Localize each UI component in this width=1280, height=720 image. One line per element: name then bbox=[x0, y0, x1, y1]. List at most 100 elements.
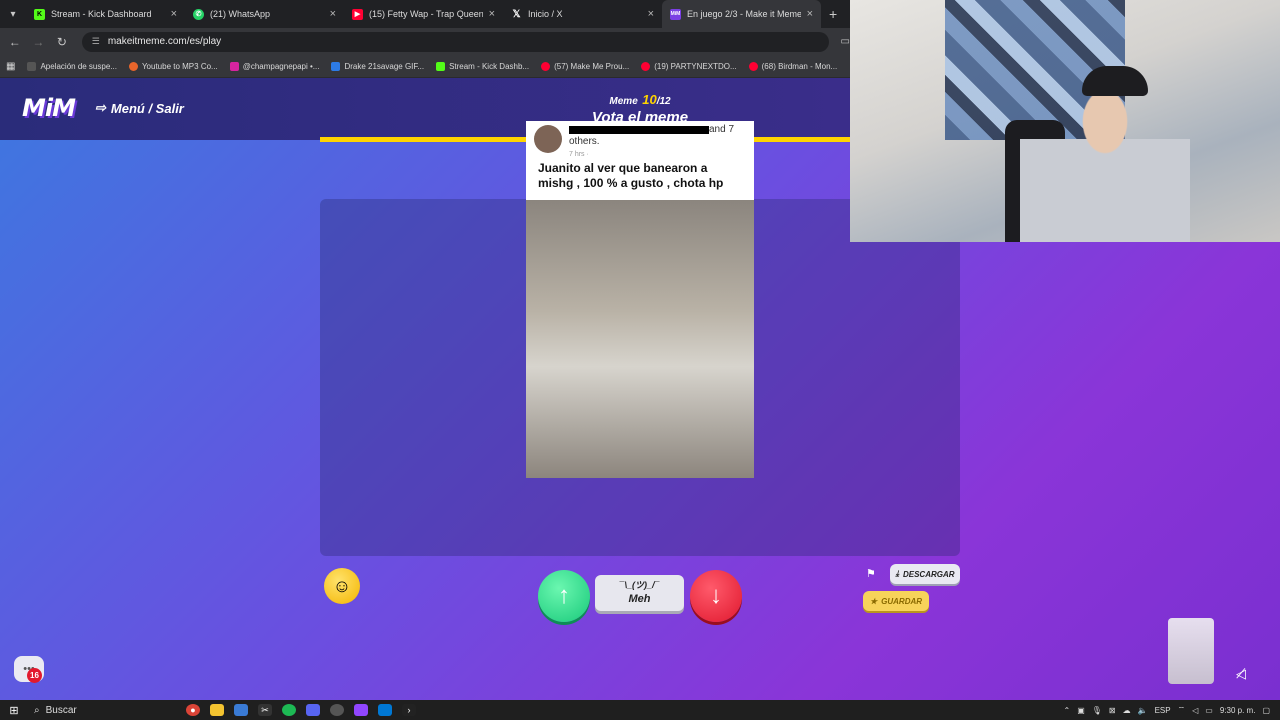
close-tab-icon[interactable]: × bbox=[330, 8, 336, 20]
back-icon[interactable]: ← bbox=[3, 35, 27, 49]
post-and-text: and 7 bbox=[709, 124, 735, 135]
forward-icon[interactable]: → bbox=[27, 35, 51, 49]
arrow-down-icon: ↓ bbox=[710, 582, 722, 609]
menu-exit-label: Menú / Salir bbox=[110, 100, 184, 116]
tab-kick-dashboard[interactable]: K Stream - Kick Dashboard × bbox=[26, 0, 185, 28]
bookmark-item[interactable]: (57) Make Me Prou... bbox=[541, 61, 629, 71]
close-tab-icon[interactable]: × bbox=[489, 8, 495, 20]
tab-x[interactable]: 𝕏 Inicio / X × bbox=[503, 0, 662, 28]
security-icon[interactable]: ▣ bbox=[1077, 706, 1085, 715]
bookmark-item[interactable]: Stream - Kick Dashb... bbox=[436, 61, 529, 71]
search-placeholder: Buscar bbox=[45, 704, 77, 716]
download-icon: ⤓ bbox=[895, 569, 899, 578]
mic-icon[interactable]: 🎙 bbox=[1092, 706, 1102, 715]
obs-icon[interactable] bbox=[330, 704, 344, 716]
terminal-icon[interactable]: › bbox=[402, 704, 416, 716]
redacted-name bbox=[569, 126, 709, 134]
star-icon: ★ bbox=[869, 596, 878, 606]
download-label: DESCARGAR bbox=[902, 569, 955, 579]
bookmark-item[interactable]: Apelación de suspe... bbox=[27, 61, 117, 71]
post-others-text: others. bbox=[569, 136, 600, 147]
tab-whatsapp[interactable]: ✆ (21) WhatsApp × bbox=[185, 0, 344, 28]
language-indicator[interactable]: ESP bbox=[1155, 706, 1171, 715]
tab-title: (15) Fetty Wap - Trap Queen (O bbox=[369, 9, 483, 19]
post-time: 7 hrs · bbox=[569, 151, 589, 158]
menu-exit-button[interactable]: ⇨ Menú / Salir bbox=[95, 100, 184, 116]
discord-icon[interactable] bbox=[306, 704, 320, 716]
bookmark-label: Drake 21savage GIF... bbox=[344, 61, 425, 71]
cloud-icon[interactable]: ☁ bbox=[1123, 706, 1131, 715]
bookmark-item[interactable]: (68) Birdman - Mon... bbox=[748, 61, 837, 71]
twitch-icon[interactable] bbox=[354, 704, 368, 716]
tab-make-it-meme[interactable]: MiM En juego 2/3 - Make it Meme × bbox=[662, 0, 821, 28]
youtube-icon bbox=[541, 61, 551, 71]
mim-icon: MiM bbox=[670, 8, 681, 20]
bookmark-label: @champagnepapi •... bbox=[242, 61, 320, 71]
chevron-up-icon[interactable]: ⌃ bbox=[1064, 706, 1071, 715]
meh-button[interactable]: ¯\_(ツ)_/¯ Meh bbox=[595, 575, 684, 611]
taskbar-search[interactable]: ⌕ Buscar bbox=[28, 705, 158, 716]
upvote-button[interactable]: ↑ bbox=[538, 570, 590, 622]
file-explorer-icon[interactable] bbox=[210, 704, 224, 716]
chrome-icon[interactable]: ● bbox=[186, 704, 200, 716]
kick-icon: K bbox=[34, 8, 45, 20]
url-text: makeitmeme.com/es/play bbox=[107, 36, 222, 47]
youtube-icon bbox=[748, 61, 758, 71]
bookmark-icon bbox=[128, 61, 138, 71]
volume-icon[interactable]: 🔈 bbox=[1138, 706, 1148, 715]
taskbar-apps: ● ✂ › bbox=[186, 704, 416, 716]
tab-search-chevron-icon[interactable]: ▾ bbox=[0, 0, 26, 28]
record-icon[interactable]: ⊠ bbox=[1109, 706, 1116, 715]
character-sticker bbox=[1168, 618, 1214, 684]
system-tray: ⌃ ▣ 🎙 ⊠ ☁ 🔈 ESP ⌔ ◁ ▭ 9:30 p. m. ▢ bbox=[1064, 705, 1280, 715]
whatsapp-icon: ✆ bbox=[193, 8, 204, 20]
close-tab-icon[interactable]: × bbox=[171, 8, 177, 20]
site-info-icon[interactable]: ☰ bbox=[92, 36, 100, 47]
apps-grid-icon[interactable]: ▦ bbox=[6, 61, 15, 72]
wifi-icon[interactable]: ⌔ bbox=[1178, 705, 1186, 715]
youtube-icon: ▶ bbox=[352, 8, 363, 20]
spotify-icon[interactable] bbox=[282, 704, 296, 716]
save-label: GUARDAR bbox=[881, 596, 923, 606]
bookmark-item[interactable]: Drake 21savage GIF... bbox=[331, 61, 425, 71]
cast-icon[interactable]: ▭ bbox=[841, 36, 850, 47]
reload-icon[interactable]: ↻ bbox=[50, 35, 74, 49]
post-header: and 7 others. 7 hrs · bbox=[526, 121, 754, 159]
report-flag-icon[interactable]: ⚑ bbox=[866, 567, 876, 580]
close-tab-icon[interactable]: × bbox=[807, 8, 813, 20]
reaction-emoji-button[interactable]: ☺ bbox=[324, 568, 360, 604]
battery-icon[interactable]: ▭ bbox=[1205, 706, 1213, 715]
round-current: 10 bbox=[642, 92, 657, 107]
capcut-icon[interactable]: ✂ bbox=[258, 704, 272, 716]
mim-logo[interactable]: MiM bbox=[22, 94, 76, 122]
store-icon[interactable] bbox=[234, 704, 248, 716]
bookmark-label: Apelación de suspe... bbox=[40, 61, 117, 71]
save-button[interactable]: ★ GUARDAR bbox=[863, 591, 929, 611]
mute-sound-icon[interactable]: ◁̸ bbox=[1236, 666, 1246, 682]
tab-youtube[interactable]: ▶ (15) Fetty Wap - Trap Queen (O × bbox=[344, 0, 503, 28]
tab-title: Stream - Kick Dashboard bbox=[51, 9, 152, 19]
tab-title: Inicio / X bbox=[528, 9, 563, 19]
speaker-icon[interactable]: ◁ bbox=[1192, 706, 1198, 715]
bookmark-item[interactable]: (19) PARTYNEXTDO... bbox=[641, 61, 737, 71]
clock[interactable]: 9:30 p. m. bbox=[1220, 706, 1256, 715]
new-tab-icon[interactable]: + bbox=[829, 6, 837, 22]
vscode-icon[interactable] bbox=[378, 704, 392, 716]
meme-caption: Juanito al ver que banearon a mishg , 10… bbox=[538, 161, 724, 190]
meme-image: and 7 others. 7 hrs · Juanito al ver que… bbox=[526, 121, 754, 478]
search-icon: ⌕ bbox=[34, 704, 40, 716]
bookmark-item[interactable]: Youtube to MP3 Co... bbox=[128, 61, 218, 71]
x-icon: 𝕏 bbox=[512, 8, 521, 20]
close-tab-icon[interactable]: × bbox=[648, 8, 654, 20]
bookmark-item[interactable]: @champagnepapi •... bbox=[229, 61, 320, 71]
windows-start-icon[interactable]: ⊞ bbox=[0, 704, 28, 717]
bookmark-label: (19) PARTYNEXTDO... bbox=[654, 61, 737, 71]
notifications-icon[interactable]: ▢ bbox=[1262, 706, 1270, 715]
gif-icon bbox=[331, 61, 341, 71]
download-button[interactable]: ⤓ DESCARGAR bbox=[890, 564, 960, 584]
bookmark-label: Youtube to MP3 Co... bbox=[141, 61, 218, 71]
url-field[interactable]: ☰ makeitmeme.com/es/play bbox=[81, 31, 829, 52]
downvote-button[interactable]: ↓ bbox=[690, 570, 742, 622]
browser-tab-bar: ▾ K Stream - Kick Dashboard × ✆ (21) Wha… bbox=[0, 0, 850, 28]
streamer-cap bbox=[1082, 66, 1148, 96]
